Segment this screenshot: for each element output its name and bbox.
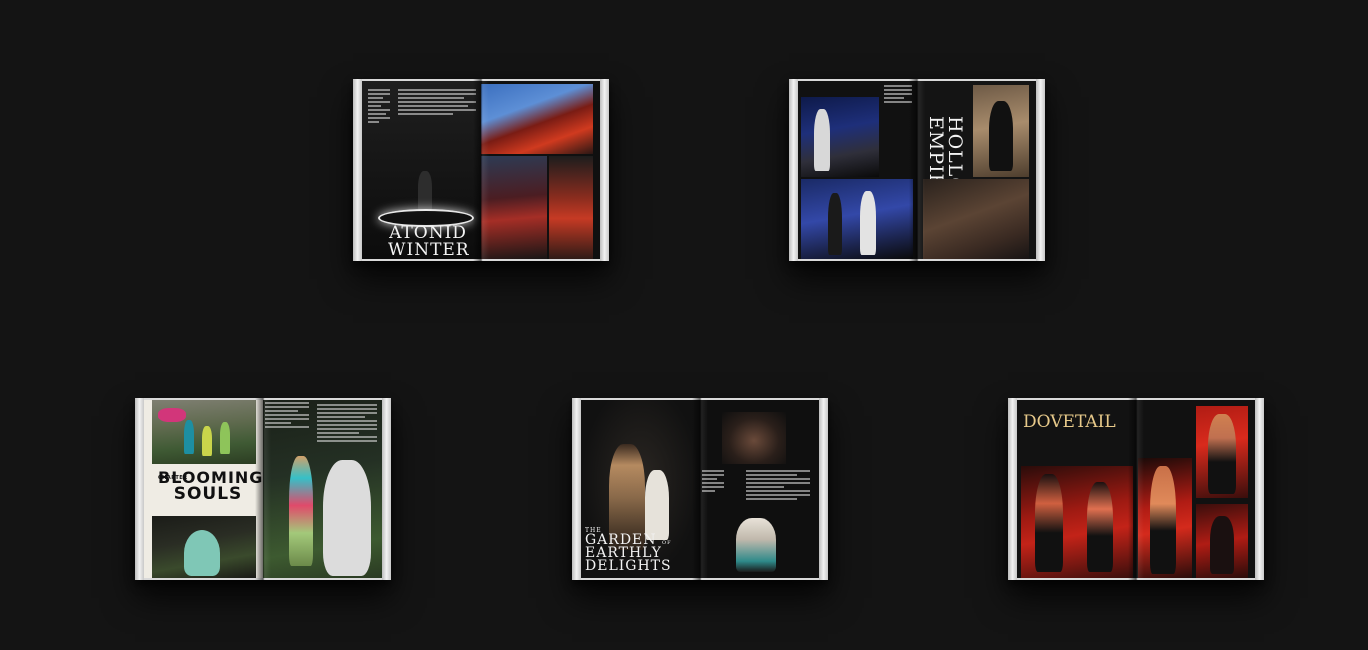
figure-silhouette	[184, 420, 194, 454]
photo	[801, 179, 913, 259]
figure-silhouette	[814, 109, 830, 171]
text-column	[746, 470, 810, 502]
right-page	[263, 400, 382, 578]
photo	[549, 156, 593, 259]
page-edge-right	[600, 79, 609, 261]
page-edge-right	[382, 398, 391, 580]
figure-silhouette	[1087, 482, 1113, 572]
page-edge-left	[353, 79, 362, 261]
figure-silhouette	[1208, 414, 1236, 494]
text-column	[265, 402, 309, 430]
page-edge-left	[789, 79, 798, 261]
magazine-blooming-souls: CHAPTER BLOOMING SOULS	[135, 398, 391, 580]
magazine-title: DOVETAIL	[1023, 412, 1116, 432]
right-page	[700, 400, 819, 578]
figure-silhouette	[184, 530, 220, 576]
left-page	[798, 81, 917, 259]
magazine-atonid-winter: ATONID WINTER	[353, 79, 609, 261]
figure-silhouette	[736, 518, 776, 572]
photo	[722, 412, 786, 464]
photo	[481, 156, 547, 259]
figure-silhouette	[1035, 474, 1063, 572]
horse-silhouette	[323, 460, 371, 576]
magazine-hollow-empire: HOLLOW EMPIRE	[789, 79, 1045, 261]
figure-silhouette	[220, 422, 230, 454]
text-column	[702, 470, 724, 494]
magazine-garden: THE GARDEN OF EARTHLY DELIGHTS	[572, 398, 828, 580]
figure-silhouette	[158, 408, 186, 422]
figure-silhouette	[289, 456, 313, 566]
page-edge-left	[1008, 398, 1017, 580]
magazine-title: THE GARDEN OF EARTHLY DELIGHTS	[585, 527, 672, 575]
left-page: DOVETAIL	[1017, 400, 1136, 578]
page-edge-right	[1255, 398, 1264, 580]
right-page	[481, 81, 600, 259]
photo	[801, 97, 879, 177]
text-column	[884, 85, 912, 105]
figure-silhouette	[860, 191, 876, 255]
page-edge-right	[819, 398, 828, 580]
left-page: CHAPTER BLOOMING SOULS	[144, 400, 263, 578]
photo	[923, 179, 1029, 259]
left-page: ATONID WINTER	[362, 81, 481, 259]
figure-silhouette	[202, 426, 212, 456]
text-column	[368, 89, 390, 125]
figure-silhouette	[1210, 516, 1234, 574]
right-page: HOLLOW EMPIRE	[917, 81, 1036, 259]
text-column	[398, 89, 476, 117]
text-column	[317, 404, 377, 444]
photo	[481, 84, 593, 154]
page-edge-left	[135, 398, 144, 580]
magazine-title: CHAPTER BLOOMING SOULS	[158, 468, 263, 504]
figure-silhouette	[989, 101, 1013, 171]
figure-silhouette	[828, 193, 842, 255]
magazine-title: ATONID WINTER	[388, 223, 470, 259]
figure-silhouette	[1150, 466, 1176, 574]
page-edge-right	[1036, 79, 1045, 261]
figure-silhouette	[418, 171, 432, 211]
right-page	[1136, 400, 1255, 578]
left-page: THE GARDEN OF EARTHLY DELIGHTS	[581, 400, 700, 578]
magazine-dovetail: DOVETAIL	[1008, 398, 1264, 580]
title-kicker: CHAPTER	[158, 475, 188, 481]
page-edge-left	[572, 398, 581, 580]
